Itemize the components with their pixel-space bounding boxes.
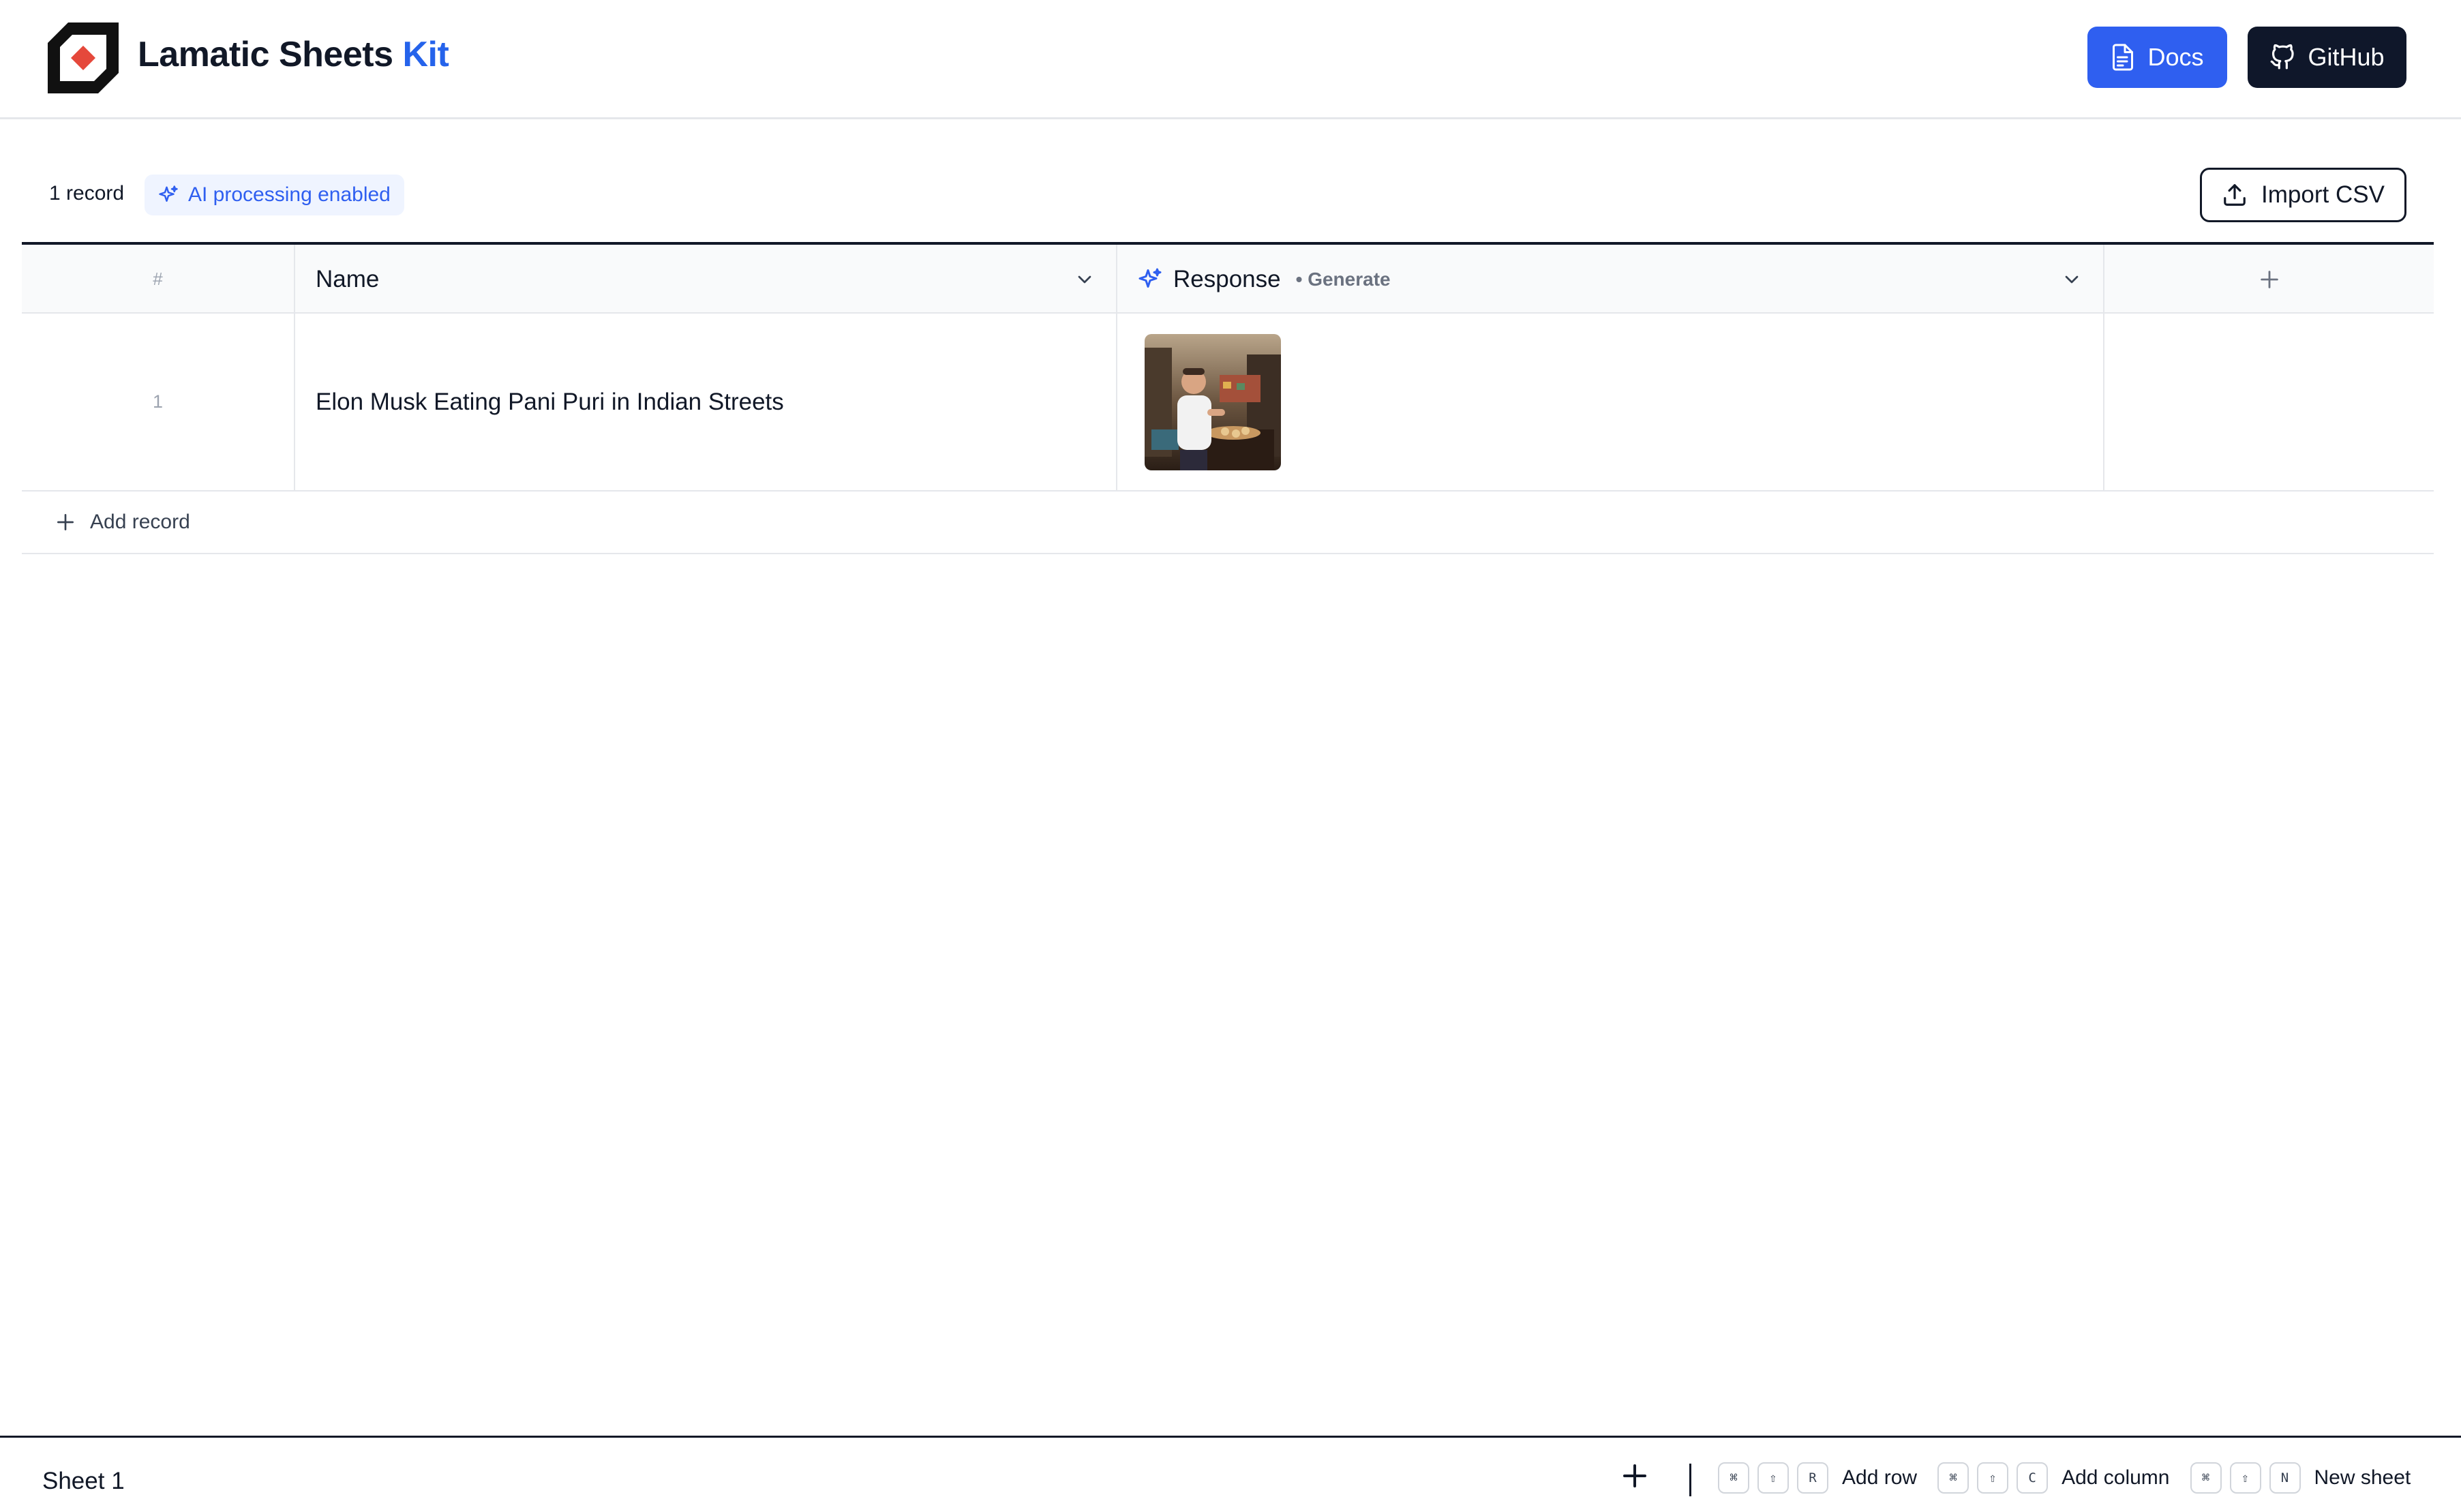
- shortcut-key: N: [2269, 1462, 2301, 1494]
- row-response-cell[interactable]: [1117, 314, 2104, 490]
- sheet-footer: Sheet 1 ⌘ ⇧ R Add row ⌘ ⇧ C Add column ⌘…: [0, 1436, 2461, 1512]
- table-row[interactable]: 1 Elon Musk Eating Pani Puri in Indian S…: [22, 314, 2434, 492]
- column-header-name[interactable]: Name: [295, 245, 1117, 314]
- upload-icon: [2224, 184, 2246, 206]
- plus-icon: [57, 514, 74, 530]
- document-icon: [2113, 44, 2134, 71]
- docs-button-label: Docs: [2147, 43, 2204, 71]
- response-image-thumbnail: [1145, 333, 1281, 470]
- response-image[interactable]: [1145, 333, 1281, 470]
- chevron-down-icon[interactable]: [1074, 269, 1096, 290]
- shortcut-key: ⌘: [2190, 1462, 2222, 1494]
- logo-icon[interactable]: [48, 22, 119, 93]
- sparkle-icon: [159, 185, 178, 202]
- ai-badge-label: AI processing enabled: [188, 183, 391, 206]
- import-csv-label: Import CSV: [2261, 181, 2385, 208]
- row-empty-cell[interactable]: [2104, 314, 2434, 490]
- shortcut-key: ⌘: [1718, 1462, 1749, 1494]
- app-header: Lamatic Sheets Kit Docs GitHub: [0, 0, 2461, 119]
- generate-action[interactable]: • Generate: [1296, 269, 1391, 290]
- chevron-down-icon[interactable]: [2061, 269, 2083, 290]
- sheet-tab[interactable]: Sheet 1: [42, 1468, 125, 1495]
- add-column-button[interactable]: [2104, 245, 2434, 314]
- column-header-response-label: Response: [1173, 265, 1281, 292]
- add-sheet-button[interactable]: [1621, 1462, 1648, 1490]
- import-csv-button[interactable]: Import CSV: [2200, 168, 2406, 222]
- table-header: # Name Response • Generate: [22, 242, 2434, 314]
- shortcut-key: ⌘: [1937, 1462, 1969, 1494]
- app-title: Lamatic Sheets Kit: [138, 34, 449, 75]
- shortcut-label: Add column: [2062, 1466, 2170, 1489]
- ai-processing-badge: AI processing enabled: [145, 175, 404, 215]
- github-button-label: GitHub: [2308, 43, 2385, 71]
- github-icon: [2271, 44, 2295, 70]
- record-count: 1 record: [49, 182, 125, 205]
- github-button[interactable]: GitHub: [2248, 27, 2406, 88]
- docs-button[interactable]: Docs: [2087, 27, 2227, 88]
- row-name-cell[interactable]: Elon Musk Eating Pani Puri in Indian Str…: [295, 314, 1117, 490]
- sparkle-icon: [1138, 268, 1162, 288]
- shortcut-label: New sheet: [2314, 1466, 2411, 1489]
- shortcut-key: R: [1797, 1462, 1828, 1494]
- shortcut-label: Add row: [1842, 1466, 1918, 1489]
- shortcut-key: ⇧: [1977, 1462, 2009, 1494]
- app-title-main: Lamatic Sheets: [138, 35, 393, 74]
- shortcut-key: C: [2017, 1462, 2049, 1494]
- add-record-label: Add record: [90, 511, 190, 533]
- column-header-name-label: Name: [316, 265, 380, 292]
- row-index: 1: [22, 314, 295, 490]
- shortcut-key: ⇧: [2229, 1462, 2261, 1494]
- app-title-accent: Kit: [402, 35, 449, 74]
- shortcut-key: ⇧: [1757, 1462, 1789, 1494]
- keyboard-shortcuts: ⌘ ⇧ R Add row ⌘ ⇧ C Add column ⌘ ⇧ N New…: [1718, 1462, 2411, 1494]
- footer-divider: [1689, 1464, 1691, 1496]
- plus-icon: [2260, 270, 2278, 288]
- add-record-button[interactable]: Add record: [22, 492, 2434, 554]
- column-header-response[interactable]: Response • Generate: [1117, 245, 2104, 314]
- column-header-index: #: [22, 245, 295, 314]
